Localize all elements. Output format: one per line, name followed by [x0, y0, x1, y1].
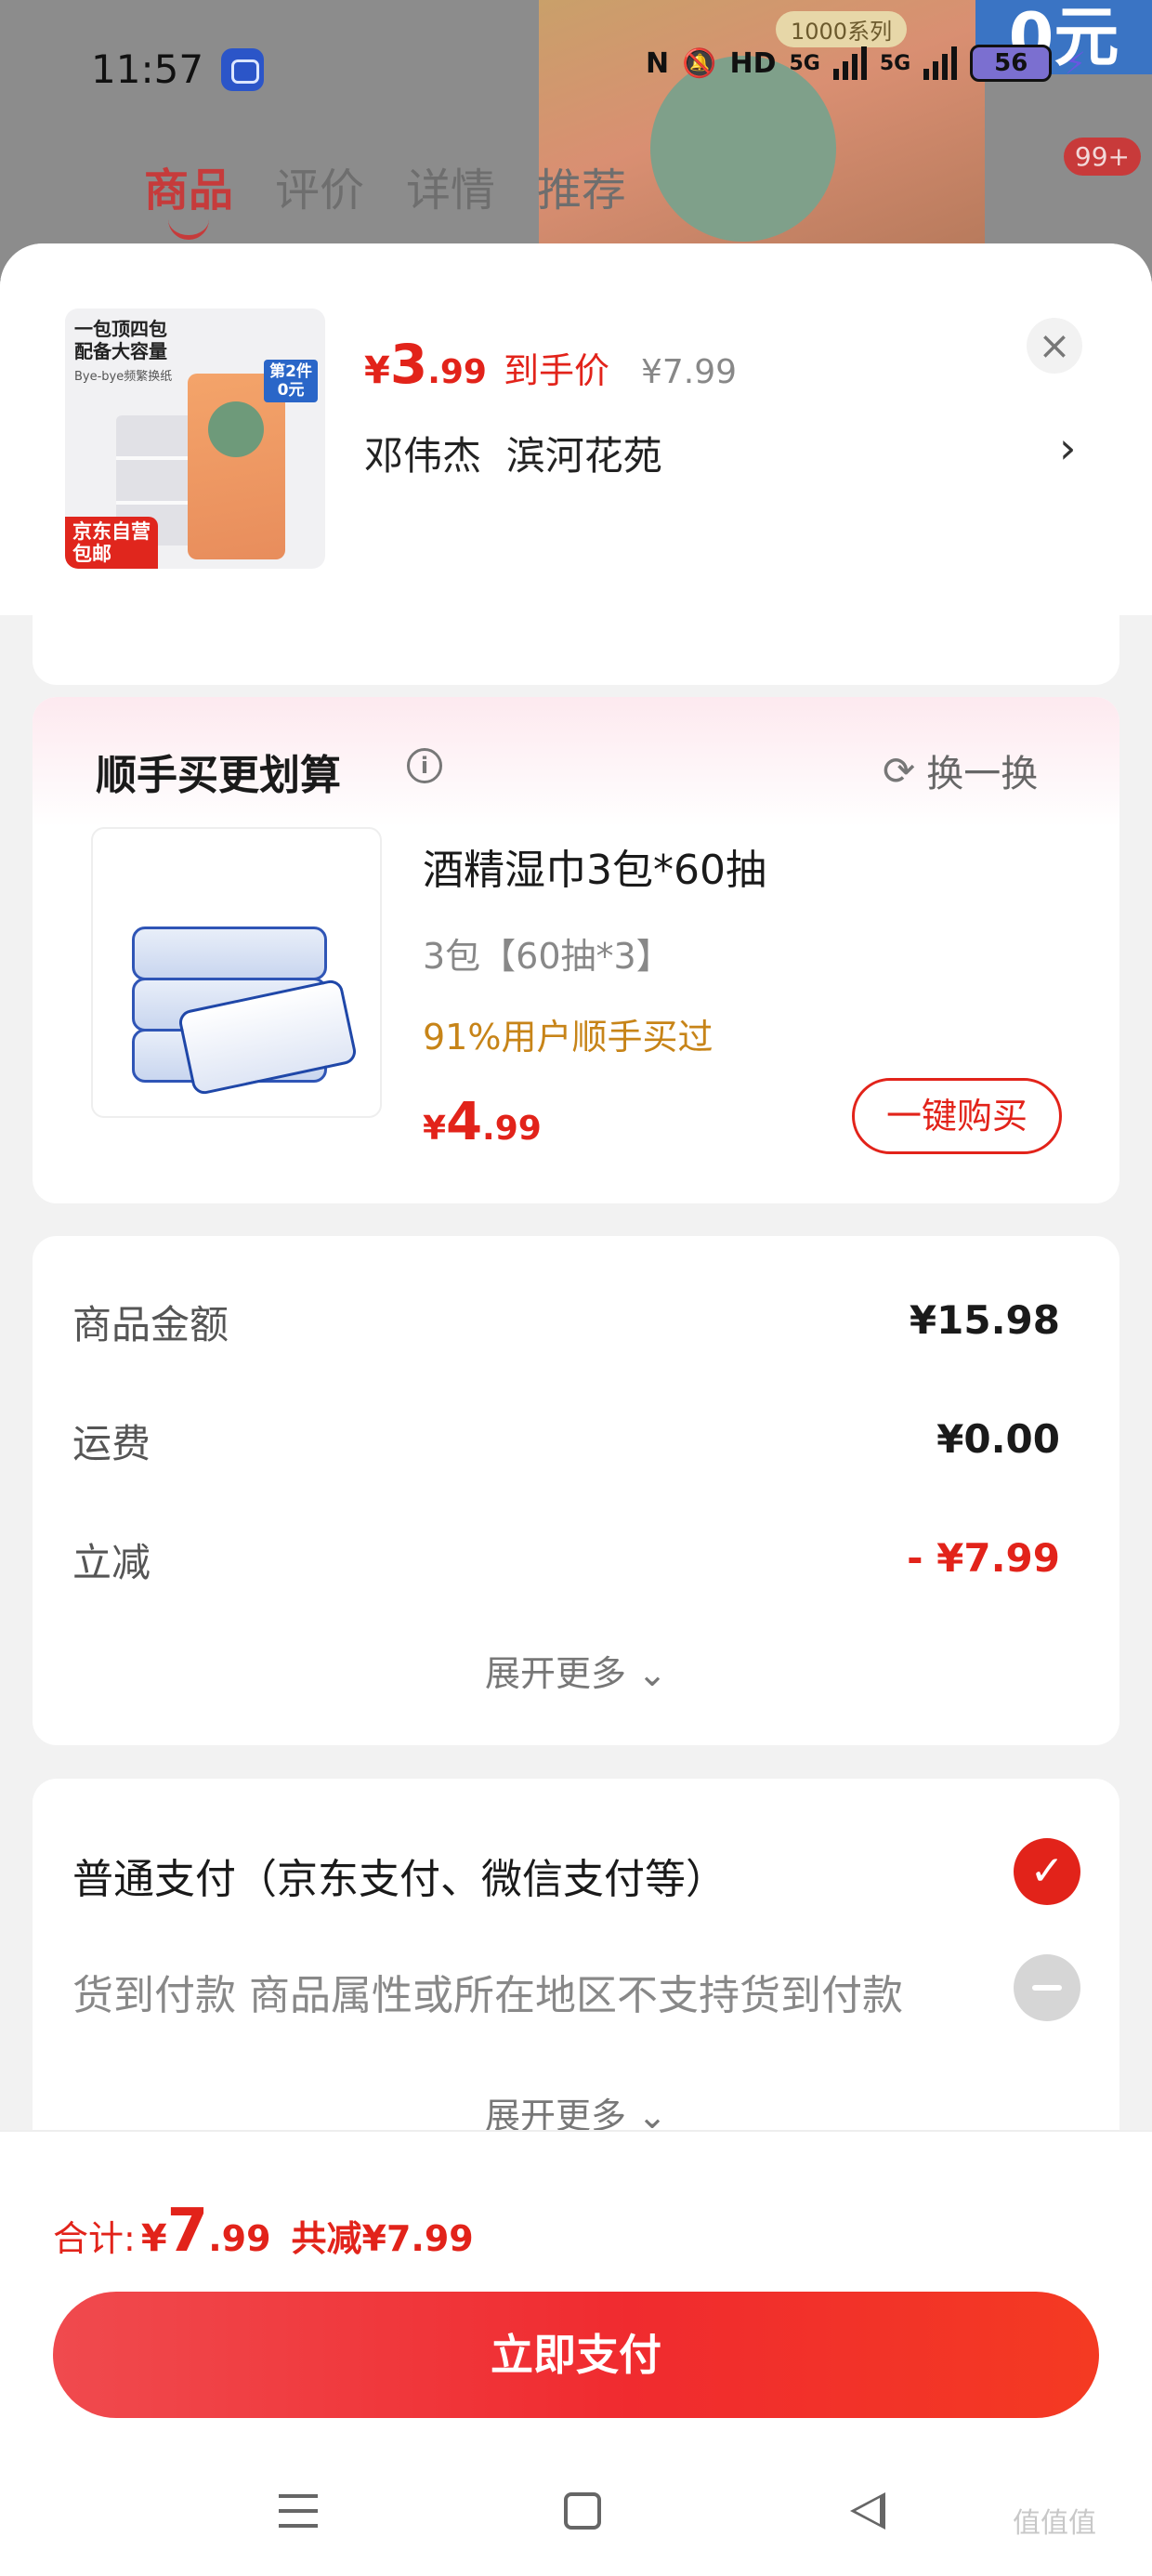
home-icon[interactable]: [564, 2492, 601, 2530]
final-price: ¥ 3 .99 到手价 ¥7.99: [364, 333, 737, 396]
status-indicators: N 🔕 HD 5G 5G 56 ⚡: [646, 45, 1086, 82]
background-tab-goods: 商品: [144, 153, 233, 240]
chevron-right-icon[interactable]: ›: [1059, 423, 1076, 473]
order-total: 合计: ¥ 7 .99 共减¥7.99: [53, 2197, 474, 2266]
background-tab-reviews: 评价: [275, 164, 365, 217]
chevron-down-icon: ⌄: [637, 1653, 667, 1694]
total-label: 合计:: [53, 2218, 136, 2259]
summary-value: ¥15.98: [909, 1297, 1060, 1343]
checkout-footer: 合计: ¥ 7 .99 共减¥7.99 立即支付: [0, 2130, 1152, 2576]
refresh-icon: ⟳: [883, 747, 916, 794]
status-time: 11:57: [91, 46, 204, 92]
background-tab-bar: 商品 评价 详情 推荐: [144, 153, 626, 240]
price-decimal: .99: [427, 353, 487, 391]
back-icon[interactable]: [850, 2492, 885, 2530]
thumbnail-caption: 一包顶四包 配备大容量: [74, 318, 167, 362]
addon-social-proof: 91%用户顺手买过: [423, 1017, 713, 1058]
total-decimal: .99: [208, 2218, 271, 2259]
price-currency: ¥: [364, 349, 390, 392]
thumbnail-subcaption: Bye-bye频繁换纸: [74, 370, 173, 384]
addon-product-name[interactable]: 酒精湿巾3包*60抽: [423, 836, 766, 896]
app-notification-icon: [221, 48, 264, 91]
network-5g-label-1: 5G: [789, 51, 820, 75]
network-5g-label-2: 5G: [879, 51, 911, 75]
addon-title: 顺手买更划算: [96, 752, 341, 799]
addon-price-decimal: .99: [482, 1110, 542, 1148]
addon-price-integer: 4: [446, 1092, 483, 1152]
payment-option-label: 货到付款 商品属性或所在地区不支持货到付款: [72, 1972, 903, 2019]
refresh-button[interactable]: ⟳ 换一换: [883, 743, 1038, 797]
product-header: 一包顶四包 配备大容量 Bye-bye频繁换纸 第2件 0元 京东自营 包邮 ¥…: [0, 243, 1152, 615]
price-summary-card: 商品金额 ¥15.98 运费 ¥0.00 立减 - ¥7.99 展开更多 ⌄: [33, 1236, 1119, 1745]
price-integer: 3: [389, 333, 428, 396]
signal-strength-icon-2: [923, 46, 958, 80]
thumbnail-promo-badge: 第2件 0元: [264, 360, 318, 402]
signal-strength-icon: [832, 46, 867, 80]
summary-value: ¥0.00: [936, 1416, 1060, 1462]
total-savings: 共减¥7.99: [291, 2218, 474, 2259]
summary-label: 运费: [72, 1421, 151, 1466]
summary-row-shipping: 运费 ¥0.00: [72, 1413, 1060, 1468]
summary-label: 商品金额: [72, 1302, 229, 1347]
background-tab-recommend: 推荐: [537, 164, 627, 217]
close-icon[interactable]: ×: [1027, 318, 1082, 374]
system-navigation-bar: [0, 2457, 1152, 2576]
hd-label: HD: [729, 46, 777, 80]
background-tab-details: 详情: [406, 164, 496, 217]
total-currency: ¥: [140, 2217, 167, 2260]
total-integer: 7: [166, 2197, 209, 2266]
final-price-label: 到手价: [503, 350, 609, 391]
summary-row-discount: 立减 - ¥7.99: [72, 1531, 1060, 1587]
expand-label: 展开更多: [485, 1653, 627, 1694]
background-message-count-badge: 99+: [1063, 138, 1141, 176]
payment-option-cod: 货到付款 商品属性或所在地区不支持货到付款: [72, 1951, 1080, 2025]
payment-option-label: 普通支付（京东支付、微信支付等）: [72, 1856, 727, 1903]
options-card-bottom: [33, 611, 1119, 685]
summary-row-subtotal: 商品金额 ¥15.98: [72, 1294, 1060, 1349]
wipes-pack-image: [132, 927, 327, 980]
payment-option-standard[interactable]: 普通支付（京东支付、微信支付等） ✓: [72, 1834, 1080, 1909]
summary-value: - ¥7.99: [907, 1535, 1060, 1581]
recent-apps-icon[interactable]: [279, 2494, 318, 2528]
one-click-buy-button[interactable]: 一键购买: [852, 1078, 1062, 1154]
original-price: ¥7.99: [641, 353, 738, 391]
product-thumbnail[interactable]: 一包顶四包 配备大容量 Bye-bye频繁换纸 第2件 0元 京东自营 包邮: [65, 309, 325, 569]
addon-product-image[interactable]: [91, 827, 382, 1118]
summary-expand-more[interactable]: 展开更多 ⌄: [33, 1645, 1119, 1696]
addon-card: 顺手买更划算 i ⟳ 换一换 酒精湿巾3包*60抽 3包【60抽*3】 91%用…: [33, 697, 1119, 1203]
shipping-address[interactable]: 邓伟杰 滨河花苑: [364, 425, 662, 481]
charging-bolt-icon: ⚡: [1065, 46, 1086, 81]
summary-label: 立减: [72, 1540, 151, 1585]
battery-icon: 56: [970, 45, 1053, 82]
watermark-logo: 值值值: [1013, 2507, 1096, 2540]
addon-price: ¥ 4 .99: [423, 1092, 542, 1152]
pay-now-button[interactable]: 立即支付: [53, 2292, 1099, 2418]
mute-bell-icon: 🔕: [682, 46, 717, 80]
nfc-icon: N: [646, 46, 670, 80]
refresh-label: 换一换: [926, 753, 1039, 795]
status-bar: 11:57 N 🔕 HD 5G 5G 56 ⚡: [0, 37, 1152, 102]
info-icon[interactable]: i: [407, 748, 442, 783]
self-operated-free-shipping-tag: 京东自营 包邮: [65, 517, 158, 569]
addon-price-currency: ¥: [423, 1110, 447, 1148]
addon-product-spec: 3包【60抽*3】: [423, 936, 672, 977]
disabled-option-icon: [1014, 1954, 1080, 2021]
check-selected-icon[interactable]: ✓: [1014, 1838, 1080, 1905]
checkout-sheet: 一包顶四包 配备大容量 Bye-bye频繁换纸 第2件 0元 京东自营 包邮 ¥…: [0, 243, 1152, 2576]
